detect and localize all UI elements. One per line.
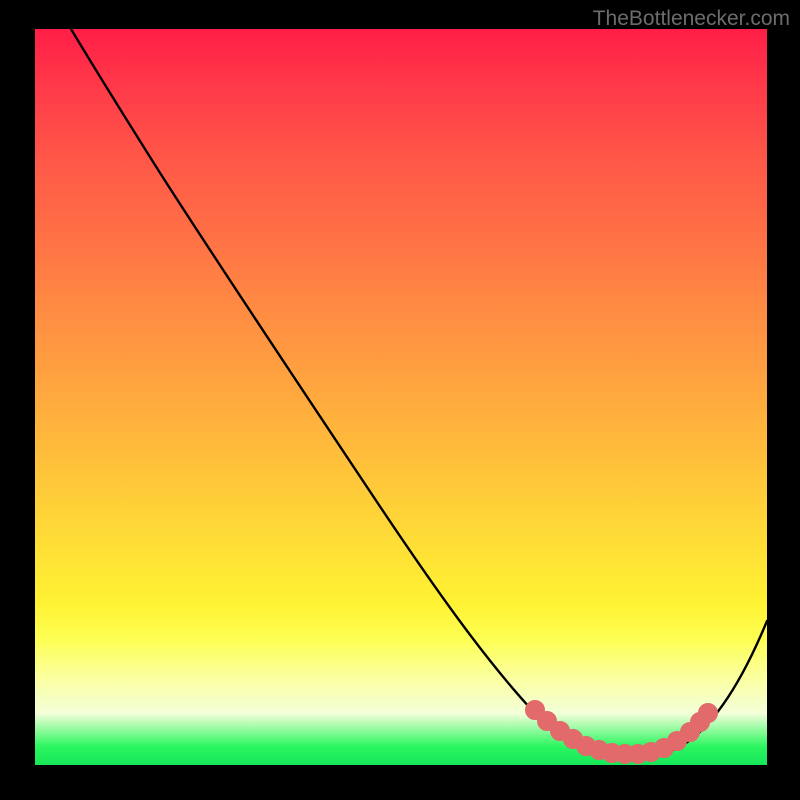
chart-frame: TheBottlenecker.com [0, 0, 800, 800]
watermark-text: TheBottlenecker.com [593, 7, 790, 31]
bottleneck-curve [71, 29, 767, 759]
optimum-range-markers [529, 704, 714, 760]
bottleneck-curve-svg [35, 29, 767, 765]
plot-area [35, 29, 767, 765]
